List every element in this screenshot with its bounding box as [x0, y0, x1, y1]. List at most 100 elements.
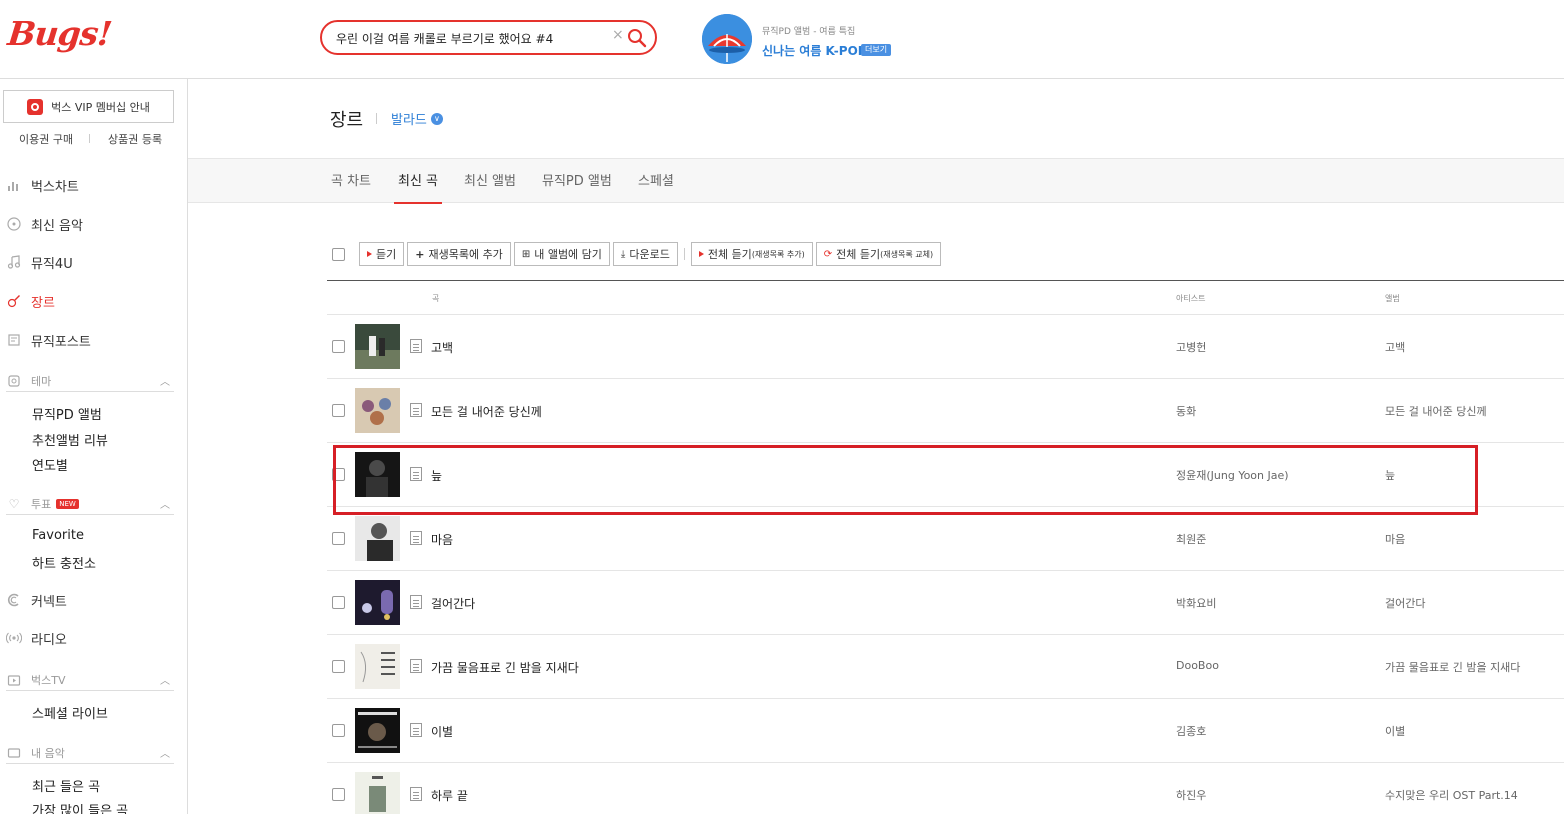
album-thumbnail[interactable] — [355, 324, 400, 369]
sidebar-item-by-year[interactable]: 연도별 — [32, 455, 68, 474]
song-title[interactable]: 이별 — [431, 723, 453, 740]
table-row[interactable]: 모든 걸 내어준 당신께 동화 모든 걸 내어준 당신께 — [327, 379, 1564, 443]
section-bugstv[interactable]: 벅스TV ︿ — [6, 669, 174, 691]
play-all-add-button[interactable]: 전체 듣기 (재생목록 추가) — [690, 242, 813, 266]
tab-musicpd-albums[interactable]: 뮤직PD 앨범 — [542, 170, 612, 204]
song-artist[interactable]: 최원준 — [1176, 531, 1206, 547]
sidebar-item-radio[interactable]: 라디오 — [6, 628, 67, 648]
album-thumbnail[interactable] — [355, 580, 400, 625]
song-title[interactable]: 늪 — [431, 467, 442, 484]
vip-membership-button[interactable]: 벅스 VIP 멤버십 안내 — [3, 90, 174, 123]
sidebar-item-musicpost[interactable]: 뮤직포스트 — [6, 330, 91, 350]
song-album[interactable]: 늪 — [1385, 467, 1395, 483]
table-row[interactable]: 고백 고병헌 고백 — [327, 315, 1564, 379]
song-title[interactable]: 마음 — [431, 531, 453, 548]
table-row[interactable]: 걸어간다 박화요비 걸어간다 — [327, 571, 1564, 635]
song-title[interactable]: 하루 끝 — [431, 787, 468, 804]
song-artist[interactable]: 김종호 — [1176, 723, 1206, 739]
sidebar-item-recent-played[interactable]: 최근 들은 곡 — [32, 776, 100, 795]
row-checkbox[interactable] — [332, 532, 345, 545]
lyrics-icon[interactable] — [410, 531, 422, 545]
promo-title[interactable]: 신나는 여름 K-POP — [762, 42, 867, 59]
song-album[interactable]: 모든 걸 내어준 당신께 — [1385, 403, 1487, 419]
lyrics-icon[interactable] — [410, 467, 422, 481]
table-row[interactable]: 마음 최원준 마음 — [327, 507, 1564, 571]
select-all-checkbox[interactable] — [332, 247, 345, 261]
search-icon[interactable] — [626, 27, 648, 49]
row-checkbox[interactable] — [332, 340, 345, 353]
chevron-up-icon[interactable]: ︿ — [160, 496, 170, 511]
song-album[interactable]: 고백 — [1385, 339, 1405, 355]
table-row[interactable]: 이별 김종호 이별 — [327, 699, 1564, 763]
row-checkbox[interactable] — [332, 468, 345, 481]
album-thumbnail[interactable] — [355, 452, 400, 497]
section-vote[interactable]: ♡ 투표 NEW ︿ — [6, 493, 174, 515]
song-album[interactable]: 마음 — [1385, 531, 1405, 547]
album-thumbnail[interactable] — [355, 644, 400, 689]
chevron-up-icon[interactable]: ︿ — [160, 672, 170, 687]
sidebar-item-chart[interactable]: 벅스차트 — [6, 175, 79, 195]
download-button[interactable]: ⤓ 다운로드 — [612, 242, 678, 266]
play-button[interactable]: 듣기 — [359, 242, 405, 266]
bugs-logo[interactable]: Bugs! — [6, 14, 113, 53]
song-album[interactable]: 이별 — [1385, 723, 1405, 739]
play-all-replace-button[interactable]: ⟳ 전체 듣기 (재생목록 교체) — [815, 242, 942, 266]
tab-special[interactable]: 스페셜 — [638, 170, 674, 204]
tab-song-chart[interactable]: 곡 차트 — [331, 170, 371, 204]
album-thumbnail[interactable] — [355, 772, 400, 814]
song-title[interactable]: 고백 — [431, 339, 453, 356]
sidebar-item-most-played[interactable]: 가장 많이 들은 곡 — [32, 800, 128, 814]
promo-umbrella-icon[interactable] — [702, 14, 752, 64]
song-artist[interactable]: 정윤재(Jung Yoon Jae) — [1176, 467, 1289, 483]
lyrics-icon[interactable] — [410, 659, 422, 673]
row-checkbox[interactable] — [332, 404, 345, 417]
sidebar-item-genre[interactable]: 장르 — [6, 291, 55, 311]
sidebar-item-musicpd-album[interactable]: 뮤직PD 앨범 — [32, 404, 102, 423]
row-checkbox[interactable] — [332, 660, 345, 673]
song-title[interactable]: 모든 걸 내어준 당신께 — [431, 403, 542, 420]
sidebar-item-new-music[interactable]: 최신 음악 — [6, 214, 83, 234]
sidebar-item-special-live[interactable]: 스페셜 라이브 — [32, 703, 108, 722]
section-mymusic[interactable]: 내 음악 ︿ — [6, 742, 174, 764]
lyrics-icon[interactable] — [410, 787, 422, 801]
section-theme[interactable]: 테마 ︿ — [6, 370, 174, 392]
register-coupon-link[interactable]: 상품권 등록 — [108, 131, 162, 147]
lyrics-icon[interactable] — [410, 339, 422, 353]
album-thumbnail[interactable] — [355, 516, 400, 561]
song-artist[interactable]: 하진우 — [1176, 787, 1206, 803]
album-thumbnail[interactable] — [355, 388, 400, 433]
row-checkbox[interactable] — [332, 596, 345, 609]
lyrics-icon[interactable] — [410, 595, 422, 609]
song-artist[interactable]: DooBoo — [1176, 659, 1219, 672]
sidebar-item-heart-charge[interactable]: 하트 충전소 — [32, 553, 96, 572]
genre-dropdown[interactable]: 발라드 ∨ — [391, 109, 443, 128]
song-title[interactable]: 가끔 물음표로 긴 밤을 지새다 — [431, 659, 579, 676]
sidebar-item-connect[interactable]: 커넥트 — [6, 590, 67, 610]
sidebar-item-favorite[interactable]: Favorite — [32, 528, 84, 543]
song-album[interactable]: 수지맞은 우리 OST Part.14 — [1385, 787, 1518, 803]
table-row[interactable]: 가끔 물음표로 긴 밤을 지새다 DooBoo 가끔 물음표로 긴 밤을 지새다 — [327, 635, 1564, 699]
tab-new-albums[interactable]: 최신 앨범 — [464, 170, 516, 204]
album-thumbnail[interactable] — [355, 708, 400, 753]
chevron-up-icon[interactable]: ︿ — [160, 745, 170, 760]
tab-new-songs[interactable]: 최신 곡 — [394, 170, 443, 204]
table-row[interactable]: 늪 정윤재(Jung Yoon Jae) 늪 — [327, 443, 1564, 507]
song-artist[interactable]: 고병헌 — [1176, 339, 1206, 355]
add-to-my-album-button[interactable]: ⊞ 내 앨범에 담기 — [513, 242, 610, 266]
promo-more-button[interactable]: 더보기 — [861, 44, 892, 56]
clear-icon[interactable]: × — [612, 27, 624, 43]
song-artist[interactable]: 박화요비 — [1176, 595, 1216, 611]
lyrics-icon[interactable] — [410, 403, 422, 417]
song-album[interactable]: 가끔 물음표로 긴 밤을 지새다 — [1385, 659, 1520, 675]
lyrics-icon[interactable] — [410, 723, 422, 737]
song-title[interactable]: 걸어간다 — [431, 595, 475, 612]
song-artist[interactable]: 동화 — [1176, 403, 1196, 419]
song-album[interactable]: 걸어간다 — [1385, 595, 1425, 611]
row-checkbox[interactable] — [332, 724, 345, 737]
search-input[interactable] — [336, 29, 606, 47]
chevron-up-icon[interactable]: ︿ — [160, 373, 170, 388]
add-to-playlist-button[interactable]: + 재생목록에 추가 — [407, 242, 511, 266]
sidebar-item-album-review[interactable]: 추천앨범 리뷰 — [32, 430, 108, 449]
table-row[interactable]: 하루 끝 하진우 수지맞은 우리 OST Part.14 — [327, 763, 1564, 814]
buy-ticket-link[interactable]: 이용권 구매 — [19, 131, 73, 147]
